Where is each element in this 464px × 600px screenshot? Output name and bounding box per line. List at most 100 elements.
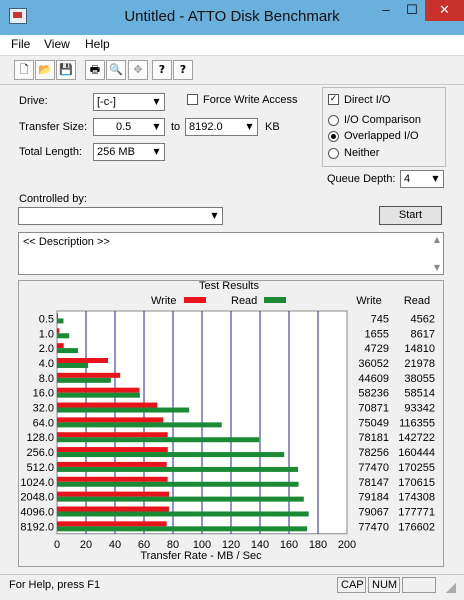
write-bar bbox=[57, 506, 169, 512]
category-label: 2048.0 bbox=[20, 492, 54, 504]
read-bar bbox=[57, 481, 299, 487]
close-button[interactable]: ✕ bbox=[425, 0, 464, 21]
write-bar bbox=[57, 432, 168, 438]
minimize-button[interactable]: ‒ bbox=[373, 0, 399, 21]
overlapped-io-label: Overlapped I/O bbox=[344, 130, 419, 142]
read-bar bbox=[57, 392, 140, 398]
read-bar bbox=[57, 362, 89, 368]
io-comparison-radio[interactable] bbox=[328, 115, 339, 126]
direct-io-checkbox[interactable]: ✓ bbox=[328, 94, 339, 105]
print-icon[interactable]: 🖶 bbox=[85, 60, 105, 80]
category-label: 2.0 bbox=[39, 343, 54, 355]
read-bar bbox=[57, 526, 308, 532]
read-value-label: 174308 bbox=[398, 492, 435, 504]
write-bar bbox=[57, 491, 170, 497]
chevron-down-icon: ▼ bbox=[149, 94, 164, 110]
scroll-up-icon[interactable]: ▲ bbox=[434, 235, 440, 244]
read-value-label: 8617 bbox=[411, 328, 435, 340]
read-bar bbox=[57, 511, 309, 517]
read-bar bbox=[57, 496, 304, 502]
overlapped-io-radio[interactable] bbox=[328, 131, 339, 142]
write-value-label: 79184 bbox=[358, 492, 389, 504]
print-preview-icon[interactable]: 🔍 bbox=[106, 60, 126, 80]
results-chart: Test Results Write Read Write Read 0 20 40… bbox=[20, 281, 435, 562]
transfer-size-from-select[interactable]: 0.5 ▼ bbox=[93, 118, 165, 136]
write-value-label: 78256 bbox=[358, 447, 389, 459]
queue-depth-select[interactable]: 4 ▼ bbox=[400, 170, 444, 188]
write-bar bbox=[57, 372, 121, 378]
write-value-label: 79067 bbox=[358, 506, 389, 518]
app-window: Untitled - ATTO Disk Benchmark ‒ ☐ ✕ Fil… bbox=[0, 0, 464, 600]
write-value-label: 745 bbox=[371, 313, 389, 325]
x-tick-label: 200 bbox=[338, 539, 356, 551]
start-button[interactable]: Start bbox=[379, 206, 442, 225]
chart-title: Test Results bbox=[199, 281, 259, 292]
test-results-panel: Test Results Write Read Write Read 0 20 40… bbox=[18, 280, 444, 567]
total-length-value: 256 MB bbox=[97, 146, 135, 158]
neither-radio[interactable] bbox=[328, 148, 339, 159]
chevron-down-icon: ▼ bbox=[428, 171, 443, 187]
write-value-label: 77470 bbox=[358, 462, 389, 474]
read-value-label: 176602 bbox=[398, 521, 435, 533]
controlled-by-select[interactable]: ▼ bbox=[18, 207, 223, 225]
transfer-size-label: Transfer Size: bbox=[19, 121, 88, 133]
read-bar bbox=[57, 407, 190, 413]
write-column-header: Write bbox=[356, 295, 381, 307]
description-box[interactable]: << Description >> ▲ ▼ bbox=[18, 232, 444, 275]
read-value-label: 38055 bbox=[404, 373, 435, 385]
write-value-label: 75049 bbox=[358, 417, 389, 429]
category-label: 8192.0 bbox=[20, 521, 54, 533]
new-file-icon[interactable]: 🗋 bbox=[14, 60, 34, 80]
category-label: 64.0 bbox=[33, 417, 54, 429]
x-tick-label: 100 bbox=[193, 539, 211, 551]
resize-grip-icon[interactable] bbox=[446, 583, 456, 593]
drive-value: [-c-] bbox=[97, 96, 116, 108]
legend-read-label: Read bbox=[231, 295, 257, 307]
x-tick-label: 40 bbox=[109, 539, 121, 551]
read-value-label: 177771 bbox=[398, 506, 435, 518]
write-bar bbox=[57, 328, 60, 334]
x-tick-label: 160 bbox=[280, 539, 298, 551]
help-icon[interactable]: ? bbox=[152, 60, 172, 80]
scroll-indicator bbox=[402, 577, 436, 593]
save-disk-icon[interactable]: 💾 bbox=[56, 60, 76, 80]
toolbar: 🗋 📂 💾 🖶 🔍 ✥ ? ? bbox=[0, 56, 464, 85]
drive-label: Drive: bbox=[19, 95, 48, 107]
transfer-unit-label: KB bbox=[265, 121, 280, 133]
maximize-button[interactable]: ☐ bbox=[399, 0, 425, 21]
force-write-checkbox[interactable] bbox=[187, 94, 198, 105]
force-write-label: Force Write Access bbox=[203, 94, 298, 106]
menu-bar: File View Help bbox=[0, 35, 464, 56]
write-bar bbox=[57, 313, 59, 319]
title-bar: Untitled - ATTO Disk Benchmark ‒ ☐ ✕ bbox=[0, 0, 464, 35]
read-bar bbox=[57, 377, 111, 383]
read-bar bbox=[57, 466, 299, 472]
write-bar bbox=[57, 447, 168, 453]
transfer-size-to-select[interactable]: 8192.0 ▼ bbox=[185, 118, 258, 136]
transfer-to-label: to bbox=[171, 121, 181, 133]
x-tick-label: 120 bbox=[222, 539, 240, 551]
read-value-label: 58514 bbox=[404, 388, 435, 400]
read-bar bbox=[57, 333, 70, 339]
menu-help[interactable]: Help bbox=[85, 37, 110, 51]
write-value-label: 77470 bbox=[358, 521, 389, 533]
open-folder-icon[interactable]: 📂 bbox=[35, 60, 55, 80]
x-tick-label: 180 bbox=[309, 539, 327, 551]
context-help-icon[interactable]: ? bbox=[173, 60, 193, 80]
num-indicator: NUM bbox=[368, 577, 400, 593]
drive-select[interactable]: [-c-] ▼ bbox=[93, 93, 165, 111]
write-bar bbox=[57, 476, 168, 482]
status-bar: For Help, press F1 CAP NUM bbox=[0, 574, 464, 597]
menu-file[interactable]: File bbox=[11, 37, 30, 51]
transfer-size-to-value: 8192.0 bbox=[189, 121, 223, 133]
total-length-select[interactable]: 256 MB ▼ bbox=[93, 143, 165, 161]
write-value-label: 4729 bbox=[365, 343, 389, 355]
menu-view[interactable]: View bbox=[44, 37, 70, 51]
move-icon[interactable]: ✥ bbox=[128, 60, 148, 80]
queue-depth-label: Queue Depth: bbox=[327, 173, 396, 185]
read-value-label: 4562 bbox=[411, 313, 435, 325]
x-tick-label: 60 bbox=[138, 539, 150, 551]
scroll-down-icon[interactable]: ▼ bbox=[434, 263, 440, 272]
x-tick-label: 0 bbox=[54, 539, 60, 551]
read-value-label: 14810 bbox=[404, 343, 435, 355]
